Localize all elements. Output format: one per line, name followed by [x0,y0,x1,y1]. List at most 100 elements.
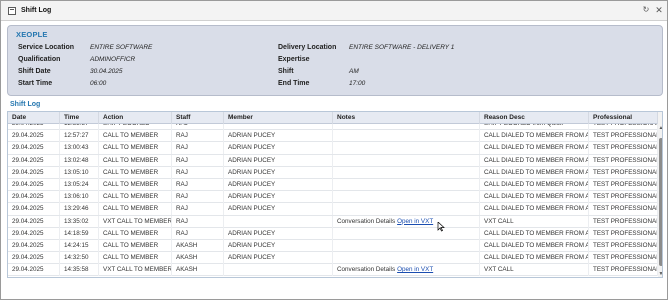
cell-member [224,124,333,130]
cell-time: 13:29:46 [60,203,99,216]
brand-label: XEOPLE [16,30,48,39]
restore-icon[interactable]: ↻ [641,5,651,15]
cell-notes [333,166,480,179]
service-location-value: ENTIRE SOFTWARE [90,44,153,51]
cell-time: 13:35:02 [60,215,99,228]
table-row[interactable]: 29.04.2025 13:29:46 CALL TO MEMBER RAJ ADRIA… [8,203,658,216]
cell-time: 14:18:59 [60,227,99,240]
shift-log-window: Shift Log ↻ ✕ XEOPLE Service Location EN… [0,0,668,300]
cell-member: ADRIAN PUCEY [224,178,333,191]
cell-action: CALL TO MEMBER [99,178,172,191]
cell-date: 29.04.2025 [8,166,60,179]
table-row[interactable]: 29.04.2025 13:05:24 CALL TO MEMBER RAJ ADRIA… [8,178,658,192]
close-icon[interactable]: ✕ [654,5,664,15]
column-header-action[interactable]: Action [99,112,172,124]
column-header-professional[interactable]: Professional [589,112,658,124]
column-header-reason-desc[interactable]: Reason Desc [480,112,589,124]
cell-date: 29.04.2025 [8,227,60,240]
mouse-cursor-icon [437,222,445,232]
cell-staff: AKASH [172,239,224,252]
delivery-location-value: ENTIRE SOFTWARE - DELIVERY 1 [349,44,455,51]
table-row[interactable]: 29.04.2025 13:00:43 CALL TO MEMBER RAJ ADRIA… [8,142,658,155]
cell-professional: TEST PROFESSIONAL [589,124,658,130]
cell-notes [333,124,480,130]
shift-log-table: Date Time Action Staff Member Notes Reas… [7,111,663,278]
cell-professional: TEST PROFESSIONAL [589,227,658,240]
cell-professional: TEST PROFESSIONAL [589,191,658,204]
cell-date: 29.04.2025 [8,154,60,167]
table-rows: 29.04.202512:55:37SHIFT BOOKEDRAJSHIFT B… [8,124,658,277]
table-row[interactable]: 29.04.2025 12:57:27 CALL TO MEMBER RAJ ADRIA… [8,130,658,143]
cell-reason-desc: CALL DIALED TO MEMBER FROM ALLC [480,191,589,204]
shift-info-panel: XEOPLE Service Location ENTIRE SOFTWARE … [7,25,663,96]
cell-notes [333,130,480,143]
cell-notes [333,227,480,240]
cell-staff: RAJ [172,227,224,240]
notes-text: Conversation Details [337,217,396,225]
cell-member: ADRIAN PUCEY [224,154,333,167]
cell-staff: RAJ [172,215,224,228]
shift-date-value: 30.04.2025 [90,68,123,75]
cell-time: 14:24:15 [60,239,99,252]
column-header-notes[interactable]: Notes [333,112,480,124]
cell-professional: TEST PROFESSIONAL [589,203,658,216]
scroll-thumb[interactable] [659,138,662,266]
cell-date: 29.04.2025 [8,142,60,155]
table-row[interactable]: 29.04.2025 14:24:15 CALL TO MEMBER AKASH ADR… [8,239,658,253]
column-header-time[interactable]: Time [60,112,99,124]
table-row[interactable]: 29.04.2025 13:35:02 VXT CALL TO MEMBER RAJ C… [8,215,658,228]
open-in-vxt-link[interactable]: Open in VXT [397,266,433,273]
end-time-value: 17:00 [349,80,366,87]
table-row[interactable]: 29.04.2025 13:06:10 CALL TO MEMBER RAJ ADRIA… [8,191,658,204]
cell-notes [333,142,480,155]
table-row[interactable]: 29.04.2025 13:02:48 CALL TO MEMBER RAJ ADRIA… [8,154,658,167]
title-bar[interactable]: Shift Log ↻ ✕ [1,1,667,21]
cell-member: ADRIAN PUCEY [224,252,333,265]
column-header-staff[interactable]: Staff [172,112,224,124]
column-header-member[interactable]: Member [224,112,333,124]
cell-reason-desc: CALL DIALED TO MEMBER FROM ALLC [480,227,589,240]
cell-time: 14:35:58 [60,264,99,277]
table-row[interactable]: 29.04.2025 14:32:50 CALL TO MEMBER AKASH ADR… [8,252,658,265]
cell-member: ADRIAN PUCEY [224,227,333,240]
column-header-date[interactable]: Date [8,112,60,124]
table-row[interactable]: 29.04.2025 14:35:58 VXT CALL TO MEMBER AKAS… [8,264,658,277]
scroll-up-icon[interactable]: ▲ [658,125,662,131]
open-in-vxt-link[interactable]: Open in VXT [397,218,433,225]
cell-member: ADRIAN PUCEY [224,166,333,179]
cell-time: 12:55:37 [60,124,99,130]
scroll-down-icon[interactable]: ▼ [658,271,662,277]
table-row[interactable]: 29.04.2025 14:18:59 CALL TO MEMBER RAJ ADRIA… [8,227,658,240]
cell-reason-desc: VXT CALL [480,215,589,228]
table-row[interactable]: 29.04.2025 13:05:10 CALL TO MEMBER RAJ ADRIA… [8,166,658,179]
cell-reason-desc: CALL DIALED TO MEMBER FROM ALLC [480,166,589,179]
cell-notes [333,154,480,167]
cell-notes: Conversation Details Open in VXT [333,215,480,228]
cell-professional: TEST PROFESSIONAL [589,166,658,179]
cell-action: VXT CALL TO MEMBER [99,215,172,228]
cell-date: 29.04.2025 [8,191,60,204]
cell-reason-desc: CALL DIALED TO MEMBER FROM ALLC [480,239,589,252]
start-time-value: 06:00 [90,80,107,87]
cell-reason-desc: CALL DIALED TO MEMBER FROM ALLC [480,252,589,265]
cell-date: 29.04.2025 [8,252,60,265]
cell-staff: AKASH [172,252,224,265]
cell-member [224,215,333,228]
cell-staff: AKASH [172,264,224,277]
cell-member [224,264,333,277]
cell-time: 13:00:43 [60,142,99,155]
window-icon [8,6,16,15]
notes-text: Conversation Details [337,266,396,274]
table-body: 29.04.202512:55:37SHIFT BOOKEDRAJSHIFT B… [8,124,658,277]
cell-action: VXT CALL TO MEMBER [99,264,172,277]
cell-time: 14:32:50 [60,252,99,265]
cell-staff: RAJ [172,191,224,204]
cell-reason-desc: CALL DIALED TO MEMBER FROM ALLC [480,142,589,155]
cell-date: 29.04.2025 [8,203,60,216]
qualification-label: Qualification [18,56,61,63]
cell-notes: Conversation Details Open in VXT [333,264,480,277]
cell-professional: TEST PROFESSIONAL [589,215,658,228]
cell-professional: TEST PROFESSIONAL [589,178,658,191]
cell-reason-desc: CALL DIALED TO MEMBER FROM ALLC [480,154,589,167]
vertical-scrollbar[interactable]: ▲ ▼ [658,112,662,277]
